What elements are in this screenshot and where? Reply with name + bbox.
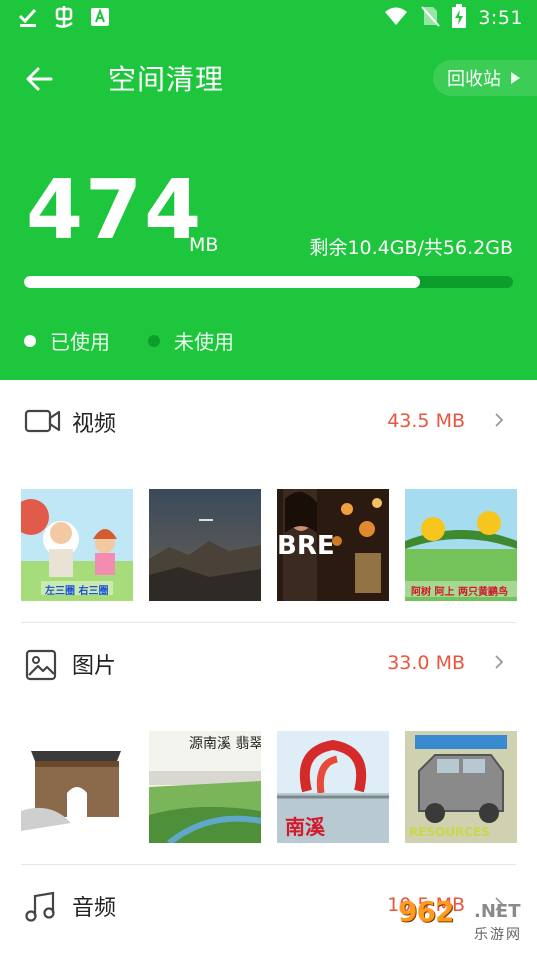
music-note-icon: [24, 890, 60, 922]
play-triangle-icon: [511, 72, 520, 84]
image-thumbnail[interactable]: [21, 731, 133, 843]
recycle-bin-label: 回收站: [447, 69, 501, 90]
thumbnail-caption: RESOURCES: [409, 825, 490, 839]
used-dot-icon: [24, 334, 36, 347]
thumbnail-caption: 源南溪 翡翠江城: [189, 736, 261, 752]
app-bug-icon: [52, 5, 76, 29]
image-icon: [24, 648, 60, 681]
download-done-icon: [16, 5, 40, 29]
video-section-header[interactable]: 视频 43.5 MB: [0, 382, 537, 462]
status-clock: 3:51: [478, 7, 523, 29]
video-thumbnail[interactable]: 阿树 阿上 两只黄鹂鸟: [405, 489, 517, 601]
video-section-label: 视频: [72, 412, 117, 437]
image-thumbnail[interactable]: RESOURCES: [405, 731, 517, 843]
image-thumbnail[interactable]: 南溪: [277, 731, 389, 843]
video-camera-icon: [24, 406, 61, 438]
recycle-bin-button[interactable]: 回收站: [433, 60, 537, 96]
battery-charging-icon: [452, 4, 467, 32]
video-thumbnail[interactable]: [149, 489, 261, 601]
remaining-storage-text: 剩余10.4GB/共56.2GB: [309, 237, 513, 259]
video-section: 视频 43.5 MB 左三圈 右三圈 BRE 阿树 阿上 两只黄鹂鸟: [0, 382, 537, 622]
chevron-right-icon: [493, 411, 507, 431]
app-a-icon: [88, 5, 112, 29]
legend-unused: 未使用: [148, 326, 234, 355]
unused-dot-icon: [148, 334, 160, 347]
legend-unused-label: 未使用: [174, 330, 234, 354]
watermark-number: 962: [398, 895, 454, 928]
thumbnail-caption: 阿树 阿上 两只黄鹂鸟: [411, 587, 508, 598]
storage-header: 3:51 空间清理 回收站 474 MB 剩余10.4GB/共56.2GB 已使…: [0, 0, 537, 380]
back-arrow-icon[interactable]: [24, 64, 60, 94]
image-thumbnail[interactable]: 源南溪 翡翠江城: [149, 731, 261, 843]
legend-used-label: 已使用: [50, 330, 110, 354]
status-bar: 3:51: [0, 0, 537, 36]
wifi-icon: [384, 6, 408, 30]
section-divider: [21, 622, 516, 623]
used-storage-value: 474: [26, 163, 204, 258]
image-section: 图片 33.0 MB 源南溪 翡翠江城: [0, 624, 537, 864]
video-thumbnail[interactable]: 左三圈 右三圈: [21, 489, 133, 601]
no-sim-icon: [420, 5, 441, 31]
storage-progress-bar: [24, 276, 513, 288]
section-divider: [21, 864, 516, 865]
image-section-header[interactable]: 图片 33.0 MB: [0, 624, 537, 704]
thumbnail-caption: 南溪: [285, 815, 325, 839]
legend-used: 已使用: [24, 326, 110, 355]
watermark-domain: .NET: [474, 901, 521, 922]
storage-progress-fill: [24, 276, 421, 288]
thumbnail-caption: BRE: [277, 531, 335, 561]
image-thumbnails: 源南溪 翡翠江城 南溪 RESOURCES: [21, 731, 517, 843]
toolbar: 空间清理 回收站: [0, 48, 537, 108]
video-section-size: 43.5 MB: [387, 410, 465, 432]
chevron-right-icon: [493, 653, 507, 673]
video-thumbnail[interactable]: BRE: [277, 489, 389, 601]
thumbnail-caption: 左三圈 右三圈: [45, 586, 109, 597]
video-thumbnails: 左三圈 右三圈 BRE 阿树 阿上 两只黄鹂鸟: [21, 489, 517, 601]
image-section-size: 33.0 MB: [387, 652, 465, 674]
page-title: 空间清理: [108, 63, 225, 96]
watermark-name: 乐游网: [474, 927, 522, 943]
audio-section-label: 音频: [72, 896, 117, 921]
site-watermark: 962 .NET 乐游网: [398, 893, 532, 949]
used-storage-unit: MB: [189, 234, 219, 256]
image-section-label: 图片: [72, 654, 117, 679]
